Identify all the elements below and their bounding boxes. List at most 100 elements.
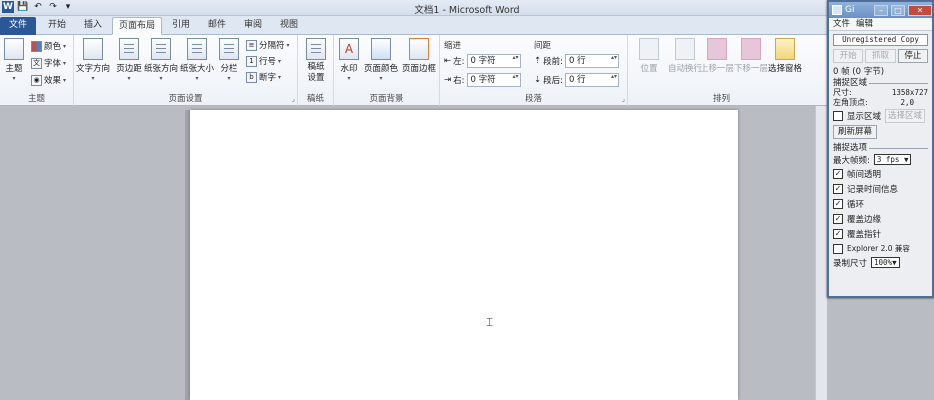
show-area-checkbox[interactable]: [833, 110, 843, 121]
chevron-down-icon: ▾: [91, 75, 95, 82]
refresh-screen-button[interactable]: 刷新屏幕: [833, 125, 878, 139]
tab-file[interactable]: 文件: [0, 17, 36, 35]
indent-right-input[interactable]: 0 字符: [466, 73, 521, 87]
grab-button[interactable]: 抓取: [865, 49, 896, 63]
spacing-after-input[interactable]: 0 行: [565, 73, 619, 87]
theme-colors-button[interactable]: 颜色 ▾: [31, 40, 66, 52]
vertical-scrollbar[interactable]: [815, 106, 827, 400]
spacing-after-row: ⇣ 段后: 0 行: [534, 73, 619, 87]
dialog-launcher-icon[interactable]: ⌟: [622, 95, 625, 103]
tab-references[interactable]: 引用: [164, 17, 198, 35]
tab-view[interactable]: 视图: [272, 17, 306, 35]
option-row: Explorer 2.0 兼容: [833, 241, 928, 256]
manuscript-icon: [306, 38, 326, 60]
option-checkbox[interactable]: ✓: [833, 168, 843, 179]
orientation-icon: [151, 38, 171, 60]
text-direction-icon: [83, 38, 103, 60]
themes-button[interactable]: 主题 ▾: [1, 38, 27, 82]
start-button[interactable]: 开始: [833, 49, 864, 63]
page-borders-button[interactable]: 页面边框: [402, 38, 436, 74]
gifcam-status-box: Unregistered Copy: [833, 34, 928, 46]
minimize-icon[interactable]: –: [874, 4, 888, 16]
option-checkbox[interactable]: [833, 243, 843, 254]
option-checkbox[interactable]: ✓: [833, 198, 843, 209]
group-page-background: A 水印 ▾ 页面颜色 ▾ 页面边框 页面背景: [334, 35, 440, 106]
window-title: 文档1 - Microsoft Word: [414, 5, 520, 16]
gifcam-title: Gi: [845, 5, 855, 15]
bring-forward-button[interactable]: 上移一层: [700, 38, 734, 74]
columns-button[interactable]: 分栏 ▾: [214, 38, 244, 82]
indent-left-input[interactable]: 0 字符: [466, 54, 521, 68]
text-direction-button[interactable]: 文字方向 ▾: [76, 38, 110, 82]
margins-label: 页边距: [116, 64, 142, 74]
selection-pane-icon: [775, 38, 795, 60]
selection-pane-button[interactable]: 选择窗格: [768, 38, 802, 74]
option-row: ✓ 覆盖边缘: [833, 211, 928, 226]
gifcam-menu-file[interactable]: 文件: [833, 18, 850, 30]
page-color-button[interactable]: 页面颜色 ▾: [364, 38, 398, 82]
page-borders-icon: [409, 38, 429, 60]
tab-insert[interactable]: 插入: [76, 17, 110, 35]
theme-fonts-label: 字体: [44, 59, 62, 69]
tab-page-layout[interactable]: 页面布局: [112, 17, 162, 35]
margins-button[interactable]: 页边距 ▾: [112, 38, 146, 82]
max-fps-select[interactable]: 3 fps ▼: [873, 154, 912, 165]
watermark-label: 水印: [340, 64, 358, 74]
maximize-icon[interactable]: □: [891, 4, 905, 16]
size-icon: [187, 38, 207, 60]
wrap-text-icon: [675, 38, 695, 60]
chevron-down-icon: ▾: [63, 77, 67, 84]
tab-mailings[interactable]: 邮件: [200, 17, 234, 35]
tab-review[interactable]: 审阅: [236, 17, 270, 35]
dialog-launcher-icon[interactable]: ⌟: [292, 95, 295, 103]
columns-label: 分栏: [220, 64, 238, 74]
indent-left-label: 左:: [453, 57, 465, 67]
option-checkbox[interactable]: ✓: [833, 228, 843, 239]
option-checkbox[interactable]: ✓: [833, 213, 843, 224]
gifcam-menu-edit[interactable]: 编辑: [856, 18, 873, 30]
select-area-button[interactable]: 选择区域: [885, 108, 926, 123]
group-label-page-setup: 页面设置: [168, 94, 203, 104]
indent-right-row: ⇥ 右: 0 字符: [444, 73, 521, 87]
gifcam-buttons: 开始 抓取 停止: [833, 49, 928, 63]
stop-button[interactable]: 停止: [897, 49, 928, 63]
hyphenation-label: 断字: [259, 73, 277, 83]
indent-right-icon: ⇥: [444, 75, 452, 85]
size-button[interactable]: 纸张大小 ▾: [180, 38, 214, 82]
watermark-button[interactable]: A 水印 ▾: [334, 38, 364, 82]
spacing-title: 间距: [534, 41, 552, 51]
hyphenation-button[interactable]: b 断字 ▾: [246, 71, 281, 83]
option-checkbox[interactable]: ✓: [833, 183, 843, 194]
theme-fonts-button[interactable]: 文 字体 ▾: [31, 57, 66, 69]
capture-size-value: 1358x727: [891, 88, 928, 97]
position-button[interactable]: 位置: [632, 38, 666, 74]
max-fps-row: 最大帧频: 3 fps ▼: [833, 153, 928, 166]
chevron-down-icon: ▾: [227, 75, 231, 82]
document-page[interactable]: [190, 110, 738, 400]
max-fps-label: 最大帧频:: [833, 155, 870, 166]
text-direction-label: 文字方向: [76, 64, 111, 74]
option-label: 记录时间信息: [847, 184, 899, 195]
manuscript-settings-button[interactable]: 稿纸设置: [299, 38, 333, 84]
bring-forward-label: 上移一层: [700, 64, 735, 74]
send-backward-button[interactable]: 下移一层: [734, 38, 768, 74]
line-numbers-button[interactable]: 1 行号 ▾: [246, 55, 281, 67]
capture-area-title: 捕捉区域: [833, 78, 870, 88]
show-area-label: 显示区域: [847, 111, 882, 122]
option-label: 覆盖边缘: [847, 214, 882, 225]
tab-home[interactable]: 开始: [40, 17, 74, 35]
wrap-text-button[interactable]: 自动换行: [668, 38, 702, 74]
columns-icon: [219, 38, 239, 60]
theme-colors-label: 颜色: [44, 42, 62, 52]
theme-effects-button[interactable]: ◉ 效果 ▾: [31, 74, 66, 86]
group-themes: 主题 ▾ 颜色 ▾ 文 字体 ▾ ◉ 效果 ▾ 主题: [0, 35, 74, 106]
close-icon[interactable]: ✕: [908, 4, 932, 16]
position-icon: [639, 38, 659, 60]
group-arrange: 位置 自动换行 上移一层 下移一层 选择窗格 排列: [628, 35, 815, 106]
selection-pane-label: 选择窗格: [768, 64, 803, 74]
orientation-button[interactable]: 纸张方向 ▾: [144, 38, 178, 82]
breaks-icon: ≡: [246, 39, 257, 51]
spacing-before-input[interactable]: 0 行: [565, 54, 619, 68]
record-size-select[interactable]: 100%▼: [871, 257, 900, 268]
breaks-button[interactable]: ≡ 分隔符 ▾: [246, 39, 290, 51]
